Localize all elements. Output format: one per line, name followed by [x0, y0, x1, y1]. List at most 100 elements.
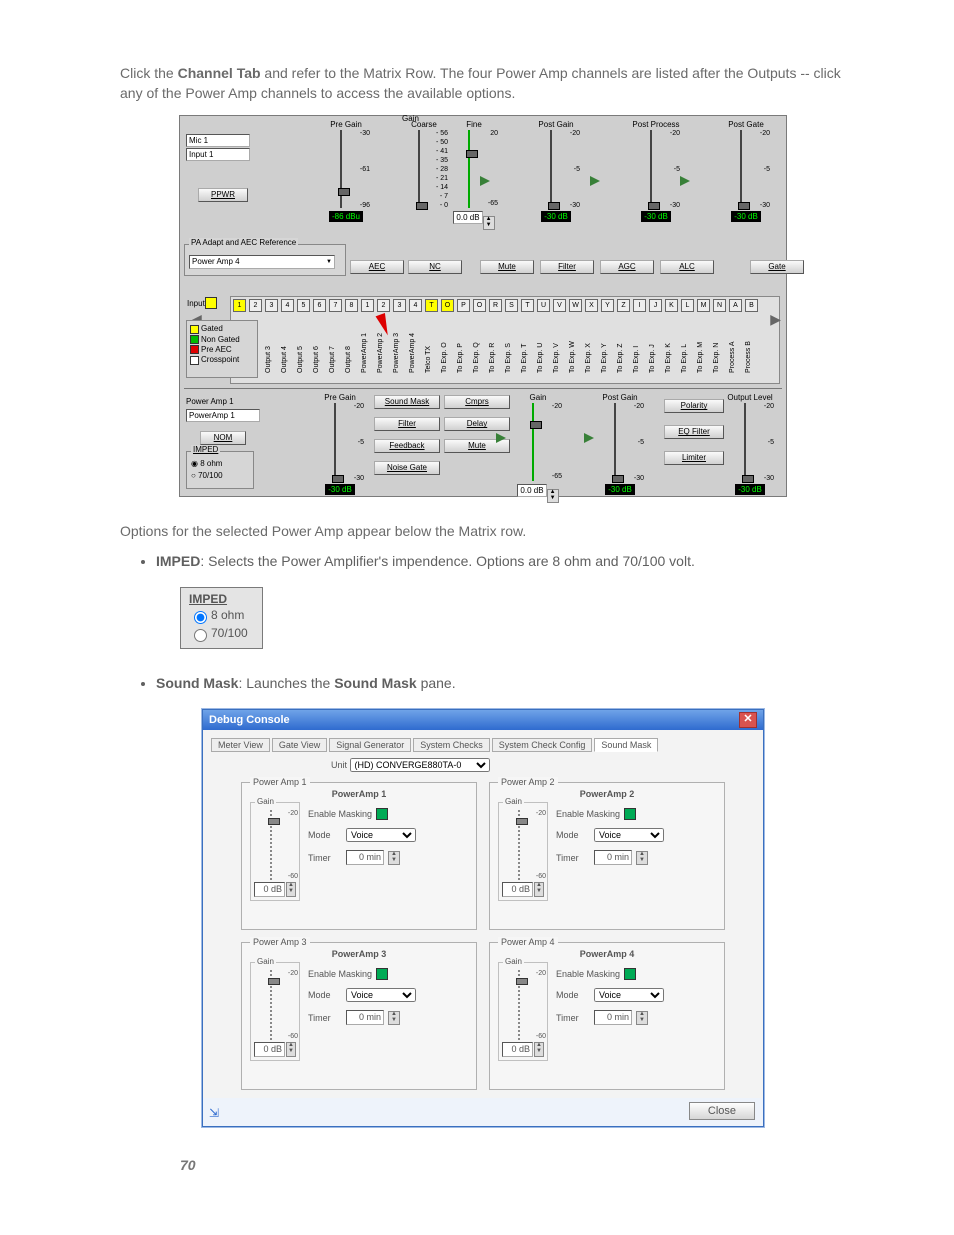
timer-stepper[interactable]: ▲▼	[636, 851, 648, 865]
matrix-head-cell[interactable]: 6	[313, 299, 326, 312]
matrix-head-cell[interactable]: 1	[233, 299, 246, 312]
filter-button[interactable]: Filter	[540, 260, 594, 274]
unit-select[interactable]: (HD) CONVERGE880TA-0	[350, 758, 490, 772]
matrix-right-scroll-icon[interactable]: ▶	[770, 311, 781, 328]
enable-masking-checkbox[interactable]	[376, 968, 388, 980]
timer-value[interactable]: 0 min	[594, 1010, 632, 1025]
timer-value[interactable]: 0 min	[346, 850, 384, 865]
tab-sound-mask[interactable]: Sound Mask	[594, 738, 658, 752]
tab-signal-generator[interactable]: Signal Generator	[329, 738, 411, 752]
tab-meter-view[interactable]: Meter View	[211, 738, 270, 752]
close-button[interactable]: Close	[689, 1102, 755, 1120]
tab-system-checks[interactable]: System Checks	[413, 738, 490, 752]
pa-ref-combo[interactable]: Power Amp 4	[189, 255, 335, 269]
matrix-head-cell[interactable]: 4	[409, 299, 422, 312]
matrix-head-cell[interactable]: O	[441, 299, 454, 312]
matrix-head-cell[interactable]: L	[681, 299, 694, 312]
matrix-head-cell[interactable]: I	[633, 299, 646, 312]
sound-mask-button[interactable]: Sound Mask	[374, 395, 440, 409]
window-close-icon[interactable]: ✕	[739, 712, 757, 728]
matrix-head-cell[interactable]: N	[713, 299, 726, 312]
matrix-head-cell[interactable]: 1	[361, 299, 374, 312]
matrix-head-cell[interactable]: 2	[249, 299, 262, 312]
aec-button[interactable]: AEC	[350, 260, 404, 274]
limiter-button[interactable]: Limiter	[664, 451, 724, 465]
nc-button[interactable]: NC	[408, 260, 462, 274]
matrix-head-cell[interactable]: O	[473, 299, 486, 312]
timer-value[interactable]: 0 min	[346, 1010, 384, 1025]
gain-value[interactable]: 0 dB	[502, 882, 533, 897]
matrix-head-cell[interactable]: P	[457, 299, 470, 312]
delay-button[interactable]: Delay	[444, 417, 510, 431]
slider-post-gain[interactable]: Post Gain-20-5-30-30 dB	[594, 393, 646, 495]
imped-70100-radio[interactable]: 70/100	[189, 626, 248, 642]
feedback-button[interactable]: Feedback	[374, 439, 440, 453]
matrix-head-cell[interactable]: V	[553, 299, 566, 312]
matrix-head-cell[interactable]: B	[745, 299, 758, 312]
matrix-head-cell[interactable]: J	[649, 299, 662, 312]
matrix-head-cell[interactable]: R	[489, 299, 502, 312]
slider-pre-gain[interactable]: Pre Gain-30-61-96-86 dBu	[320, 120, 372, 222]
agc-button[interactable]: AGC	[600, 260, 654, 274]
slider-gain[interactable]: Gain-20-650.0 dB▲▼	[512, 393, 564, 503]
imped-8ohm-radio[interactable]: ◉ 8 ohm	[191, 459, 222, 468]
noise-gate-button[interactable]: Noise Gate	[374, 461, 440, 475]
slider-post-gate[interactable]: Post Gate-20-5-30-30 dB	[720, 120, 772, 222]
matrix-head-cell[interactable]: 3	[265, 299, 278, 312]
slider-post-process[interactable]: Post Process-20-5-30-30 dB	[630, 120, 682, 222]
gain-value[interactable]: 0 dB	[502, 1042, 533, 1057]
cmprs-button[interactable]: Cmprs	[444, 395, 510, 409]
gain-stepper[interactable]: ▲▼	[286, 882, 296, 897]
matrix-head-cell[interactable]: S	[505, 299, 518, 312]
imped-8ohm-radio[interactable]: 8 ohm	[189, 608, 248, 624]
matrix-head-cell[interactable]: W	[569, 299, 582, 312]
matrix-head-cell[interactable]: U	[537, 299, 550, 312]
timer-stepper[interactable]: ▲▼	[388, 851, 400, 865]
enable-masking-checkbox[interactable]	[624, 968, 636, 980]
matrix-head-cell[interactable]: K	[665, 299, 678, 312]
mode-select[interactable]: Voice	[346, 828, 416, 842]
timer-stepper[interactable]: ▲▼	[388, 1011, 400, 1025]
matrix-head-cell[interactable]: A	[729, 299, 742, 312]
gain-stepper[interactable]: ▲▼	[534, 1042, 544, 1057]
matrix-head-cell[interactable]: M	[697, 299, 710, 312]
gain-stepper[interactable]: ▲▼	[286, 1042, 296, 1057]
gain-slider[interactable]: Gain-20-600 dB▲▼	[250, 802, 300, 901]
gain-value[interactable]: 0 dB	[254, 1042, 285, 1057]
imped-70100-radio[interactable]: ○ 70/100	[191, 471, 223, 480]
slider-post-gain[interactable]: Post Gain-20-5-30-30 dB	[530, 120, 582, 222]
slider-coarse[interactable]: Coarse- 56- 50- 41- 35- 28- 21- 14- 7- 0	[398, 120, 450, 208]
ppwr-button[interactable]: PPWR	[198, 188, 248, 202]
pa-name-field[interactable]: PowerAmp 1	[186, 409, 260, 422]
matrix-head-cell[interactable]: T	[425, 299, 438, 312]
matrix-head-cell[interactable]: 3	[393, 299, 406, 312]
eq-filter-button[interactable]: EQ Filter	[664, 425, 724, 439]
gain-slider[interactable]: Gain-20-600 dB▲▼	[250, 962, 300, 1061]
matrix-head-cell[interactable]: 8	[345, 299, 358, 312]
mode-select[interactable]: Voice	[346, 988, 416, 1002]
tab-system-check-config[interactable]: System Check Config	[492, 738, 593, 752]
gate-button[interactable]: Gate	[750, 260, 804, 274]
gain-slider[interactable]: Gain-20-600 dB▲▼	[498, 962, 548, 1061]
gain-stepper[interactable]: ▲▼	[534, 882, 544, 897]
slider-pre-gain[interactable]: Pre Gain-20-5-30-30 dB	[314, 393, 366, 495]
mute-button[interactable]: Mute	[480, 260, 534, 274]
matrix-head-cell[interactable]: 7	[329, 299, 342, 312]
filter-button[interactable]: Filter	[374, 417, 440, 431]
mode-select[interactable]: Voice	[594, 988, 664, 1002]
timer-stepper[interactable]: ▲▼	[636, 1011, 648, 1025]
polarity-button[interactable]: Polarity	[664, 399, 724, 413]
matrix-head-cell[interactable]: 5	[297, 299, 310, 312]
slider-fine[interactable]: Fine20-650.0 dB▲▼	[448, 120, 500, 230]
slider-output-level[interactable]: Output Level-20-5-30-30 dB	[724, 393, 776, 495]
matrix-head-cell[interactable]: T	[521, 299, 534, 312]
resize-handle-icon[interactable]	[207, 1104, 223, 1120]
timer-value[interactable]: 0 min	[594, 850, 632, 865]
tab-gate-view[interactable]: Gate View	[272, 738, 327, 752]
gain-value[interactable]: 0 dB	[254, 882, 285, 897]
enable-masking-checkbox[interactable]	[376, 808, 388, 820]
alc-button[interactable]: ALC	[660, 260, 714, 274]
matrix-head-cell[interactable]: Z	[617, 299, 630, 312]
mode-select[interactable]: Voice	[594, 828, 664, 842]
matrix-head-cell[interactable]: Y	[601, 299, 614, 312]
